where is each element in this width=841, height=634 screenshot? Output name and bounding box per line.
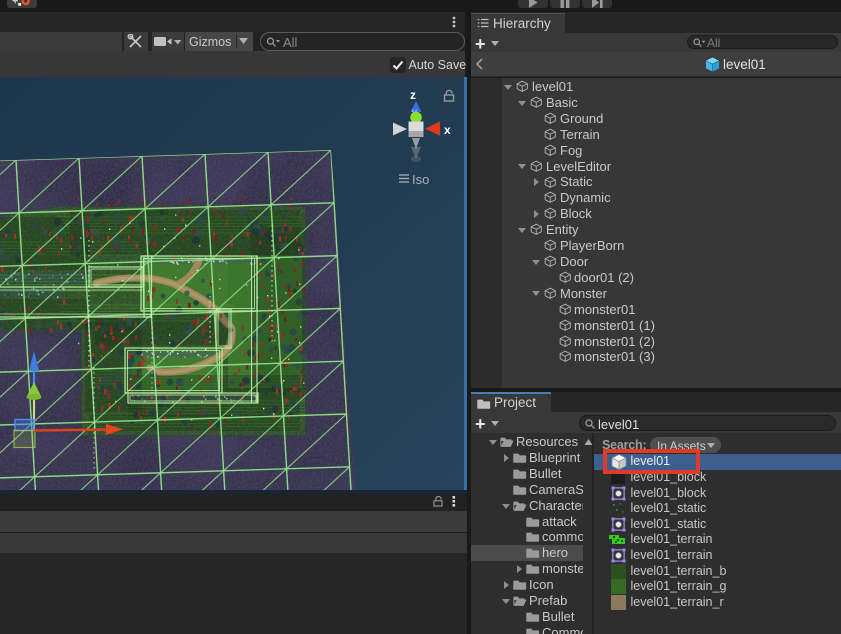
svg-text:Iso: Iso — [412, 172, 429, 187]
svg-text:x: x — [444, 123, 451, 137]
svg-text:z: z — [410, 88, 416, 102]
